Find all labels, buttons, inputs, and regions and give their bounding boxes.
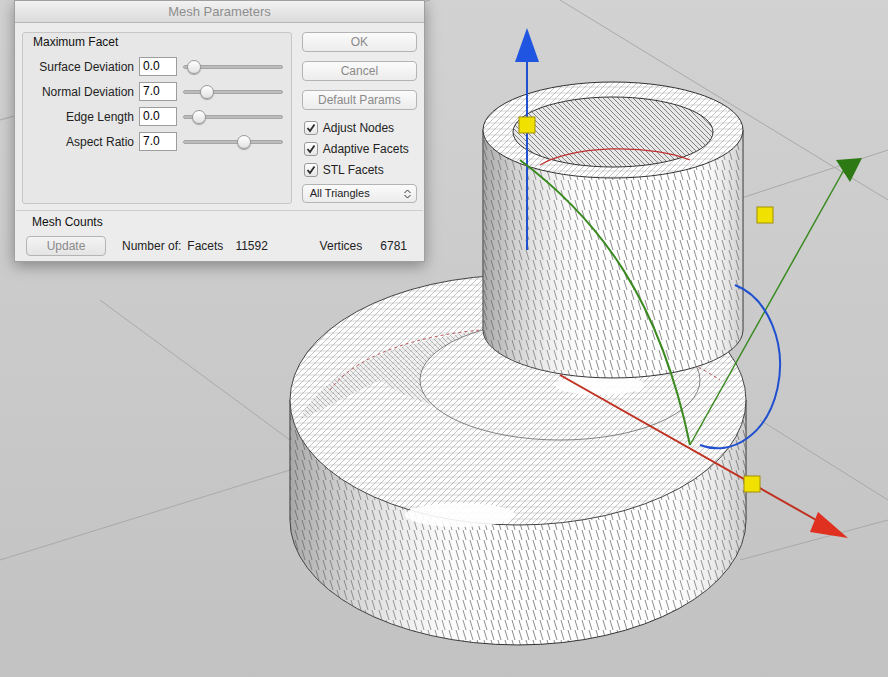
option-label: Adaptive Facets bbox=[323, 140, 409, 158]
mesh-model bbox=[290, 82, 746, 645]
section-title: Mesh Counts bbox=[26, 214, 413, 230]
slider-track bbox=[183, 90, 283, 94]
update-button[interactable]: Update bbox=[26, 236, 106, 256]
dialog-button[interactable]: OK bbox=[302, 32, 417, 52]
slider-thumb[interactable] bbox=[200, 85, 214, 99]
param-slider[interactable] bbox=[183, 134, 283, 150]
checkbox[interactable] bbox=[304, 163, 318, 177]
option-label: STL Facets bbox=[323, 161, 384, 179]
mesh-counts-section: Mesh Counts Update Number of: Facets 11592 Ve… bbox=[16, 210, 423, 257]
checkbox[interactable] bbox=[304, 142, 318, 156]
slider-track bbox=[183, 140, 283, 144]
number-of-label: Number of: bbox=[122, 237, 181, 255]
facets-label: Facets bbox=[187, 237, 223, 255]
dialog-button[interactable]: Cancel bbox=[302, 61, 417, 81]
facets-count: 11592 bbox=[235, 237, 267, 255]
param-row: Aspect Ratio7.0 bbox=[25, 129, 289, 154]
select-value: All Triangles bbox=[310, 185, 370, 202]
param-slider[interactable] bbox=[183, 109, 283, 125]
slider-thumb[interactable] bbox=[237, 135, 251, 149]
mesh-parameters-dialog: Mesh Parameters Maximum Facet Surface Devi… bbox=[14, 0, 425, 262]
option-row[interactable]: Adjust Nodes bbox=[302, 117, 417, 138]
param-row: Edge Length0.0 bbox=[25, 104, 289, 129]
param-field[interactable]: 7.0 bbox=[139, 132, 177, 151]
facet-type-select[interactable]: All Triangles bbox=[302, 184, 417, 203]
param-label: Surface Deviation bbox=[25, 58, 139, 76]
param-field[interactable]: 0.0 bbox=[139, 57, 177, 76]
slider-thumb[interactable] bbox=[192, 110, 206, 124]
param-rows: Surface Deviation0.0Normal Deviation7.0E… bbox=[25, 54, 289, 154]
option-label: Adjust Nodes bbox=[323, 119, 394, 137]
param-field[interactable]: 7.0 bbox=[139, 82, 177, 101]
counts-row: Update Number of: Facets 11592 Vertices 6781 bbox=[26, 235, 413, 257]
vertices-count: 6781 bbox=[380, 237, 407, 255]
group-title: Maximum Facet bbox=[25, 34, 289, 50]
right-column: OK Cancel Default Params Adjust Nodes Adapti… bbox=[302, 32, 417, 204]
grid-lines bbox=[0, 0, 888, 560]
dialog-button[interactable]: Default Params bbox=[302, 90, 417, 110]
param-row: Surface Deviation0.0 bbox=[25, 54, 289, 79]
slider-thumb[interactable] bbox=[187, 60, 201, 74]
option-list: Adjust Nodes Adaptive Facets STL Facets bbox=[302, 117, 417, 180]
check-icon bbox=[306, 123, 316, 133]
checkbox[interactable] bbox=[304, 121, 318, 135]
option-row[interactable]: STL Facets bbox=[302, 159, 417, 180]
updown-arrow-icon bbox=[404, 189, 411, 199]
param-label: Edge Length bbox=[25, 108, 139, 126]
viewport[interactable]: ​ Mesh Parameters Maximum Facet Surface De… bbox=[0, 0, 888, 677]
dialog-title: Mesh Parameters bbox=[15, 1, 424, 23]
vertices-label: Vertices bbox=[320, 237, 363, 255]
option-row[interactable]: Adaptive Facets bbox=[302, 138, 417, 159]
button-stack: OK Cancel Default Params bbox=[302, 32, 417, 110]
maximum-facet-group: Maximum FacetSurface Deviation0.0Normal … bbox=[22, 32, 292, 204]
param-label: Normal Deviation bbox=[25, 83, 139, 101]
check-icon bbox=[306, 165, 316, 175]
param-field[interactable]: 0.0 bbox=[139, 107, 177, 126]
transform-gizmo: ​ bbox=[515, 28, 862, 538]
param-slider[interactable] bbox=[183, 84, 283, 100]
dialog-body: Maximum FacetSurface Deviation0.0Normal … bbox=[15, 23, 424, 204]
check-icon bbox=[306, 144, 316, 154]
param-label: Aspect Ratio bbox=[25, 133, 139, 151]
param-slider[interactable] bbox=[183, 59, 283, 75]
param-row: Normal Deviation7.0 bbox=[25, 79, 289, 104]
